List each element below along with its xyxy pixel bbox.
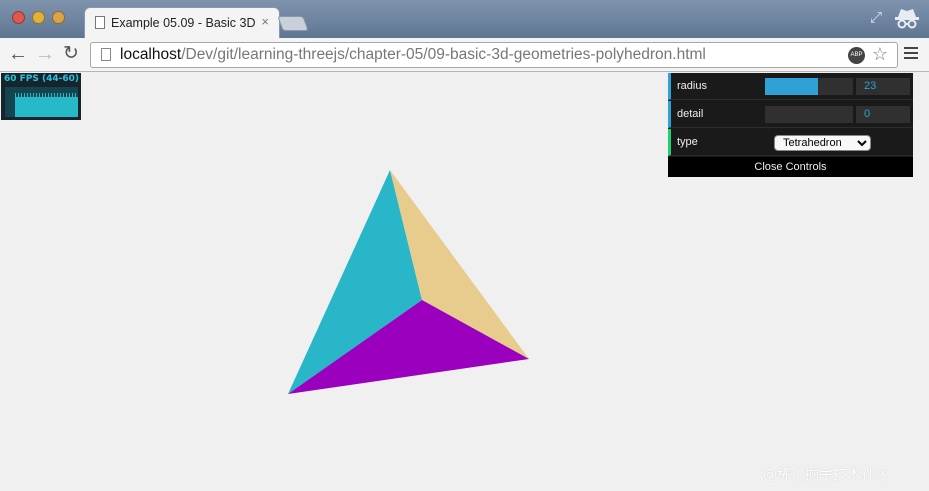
detail-label: detail — [677, 108, 704, 120]
zoom-window-button[interactable] — [52, 11, 65, 24]
incognito-icon — [895, 9, 919, 29]
close-controls-button[interactable]: Close Controls — [668, 157, 913, 177]
back-icon[interactable]: ← — [8, 42, 28, 66]
url-path: /Dev/git/learning-threejs/chapter-05/09-… — [181, 46, 706, 63]
type-label: type — [677, 136, 698, 148]
detail-slider[interactable] — [765, 106, 853, 123]
star-icon[interactable]: ☆ — [872, 44, 888, 65]
browser-toolbar: ← → ↻ localhost/Dev/git/learning-threejs… — [0, 38, 929, 72]
address-bar[interactable]: localhost/Dev/git/learning-threejs/chapt… — [90, 42, 898, 68]
type-control: type Tetrahedron — [668, 129, 913, 156]
radius-slider[interactable] — [765, 78, 853, 95]
close-window-button[interactable] — [12, 11, 25, 24]
title-bar: Example 05.09 - Basic 3D × ⤢ — [0, 0, 929, 38]
url-host: localhost — [120, 46, 182, 63]
fullscreen-icon[interactable]: ⤢ — [870, 9, 882, 26]
detail-value-input[interactable]: 0 — [856, 106, 910, 123]
radius-slider-fill — [765, 78, 818, 95]
browser-tab[interactable]: Example 05.09 - Basic 3D × — [84, 7, 280, 38]
minimize-window-button[interactable] — [32, 11, 45, 24]
fps-graph-bar — [15, 97, 78, 117]
fps-stats-panel[interactable]: 60 FPS (44-60) — [1, 73, 81, 120]
adblock-extension-icon[interactable]: ABP — [848, 47, 865, 64]
controls-panel: radius 23 detail 0 type Tetrahedron Clos… — [668, 73, 913, 177]
tab-close-icon[interactable]: × — [261, 14, 269, 29]
menu-icon[interactable] — [904, 47, 918, 62]
new-tab-button[interactable] — [277, 16, 309, 31]
radius-label: radius — [677, 80, 707, 92]
detail-control: detail 0 — [668, 101, 913, 128]
page-icon — [95, 16, 105, 29]
forward-icon[interactable]: → — [35, 42, 55, 66]
tab-title: Example 05.09 - Basic 3D — [111, 16, 256, 30]
reload-icon[interactable]: ↻ — [63, 42, 79, 66]
fps-text: 60 FPS (44-60) — [4, 74, 80, 84]
url-text[interactable]: localhost/Dev/git/learning-threejs/chapt… — [120, 46, 706, 64]
radius-value-input[interactable]: 23 — [856, 78, 910, 95]
page-icon — [101, 48, 111, 61]
watermark: @稀土掘金技术社区 — [763, 467, 889, 483]
radius-control: radius 23 — [668, 73, 913, 100]
type-select[interactable]: Tetrahedron — [774, 135, 871, 151]
